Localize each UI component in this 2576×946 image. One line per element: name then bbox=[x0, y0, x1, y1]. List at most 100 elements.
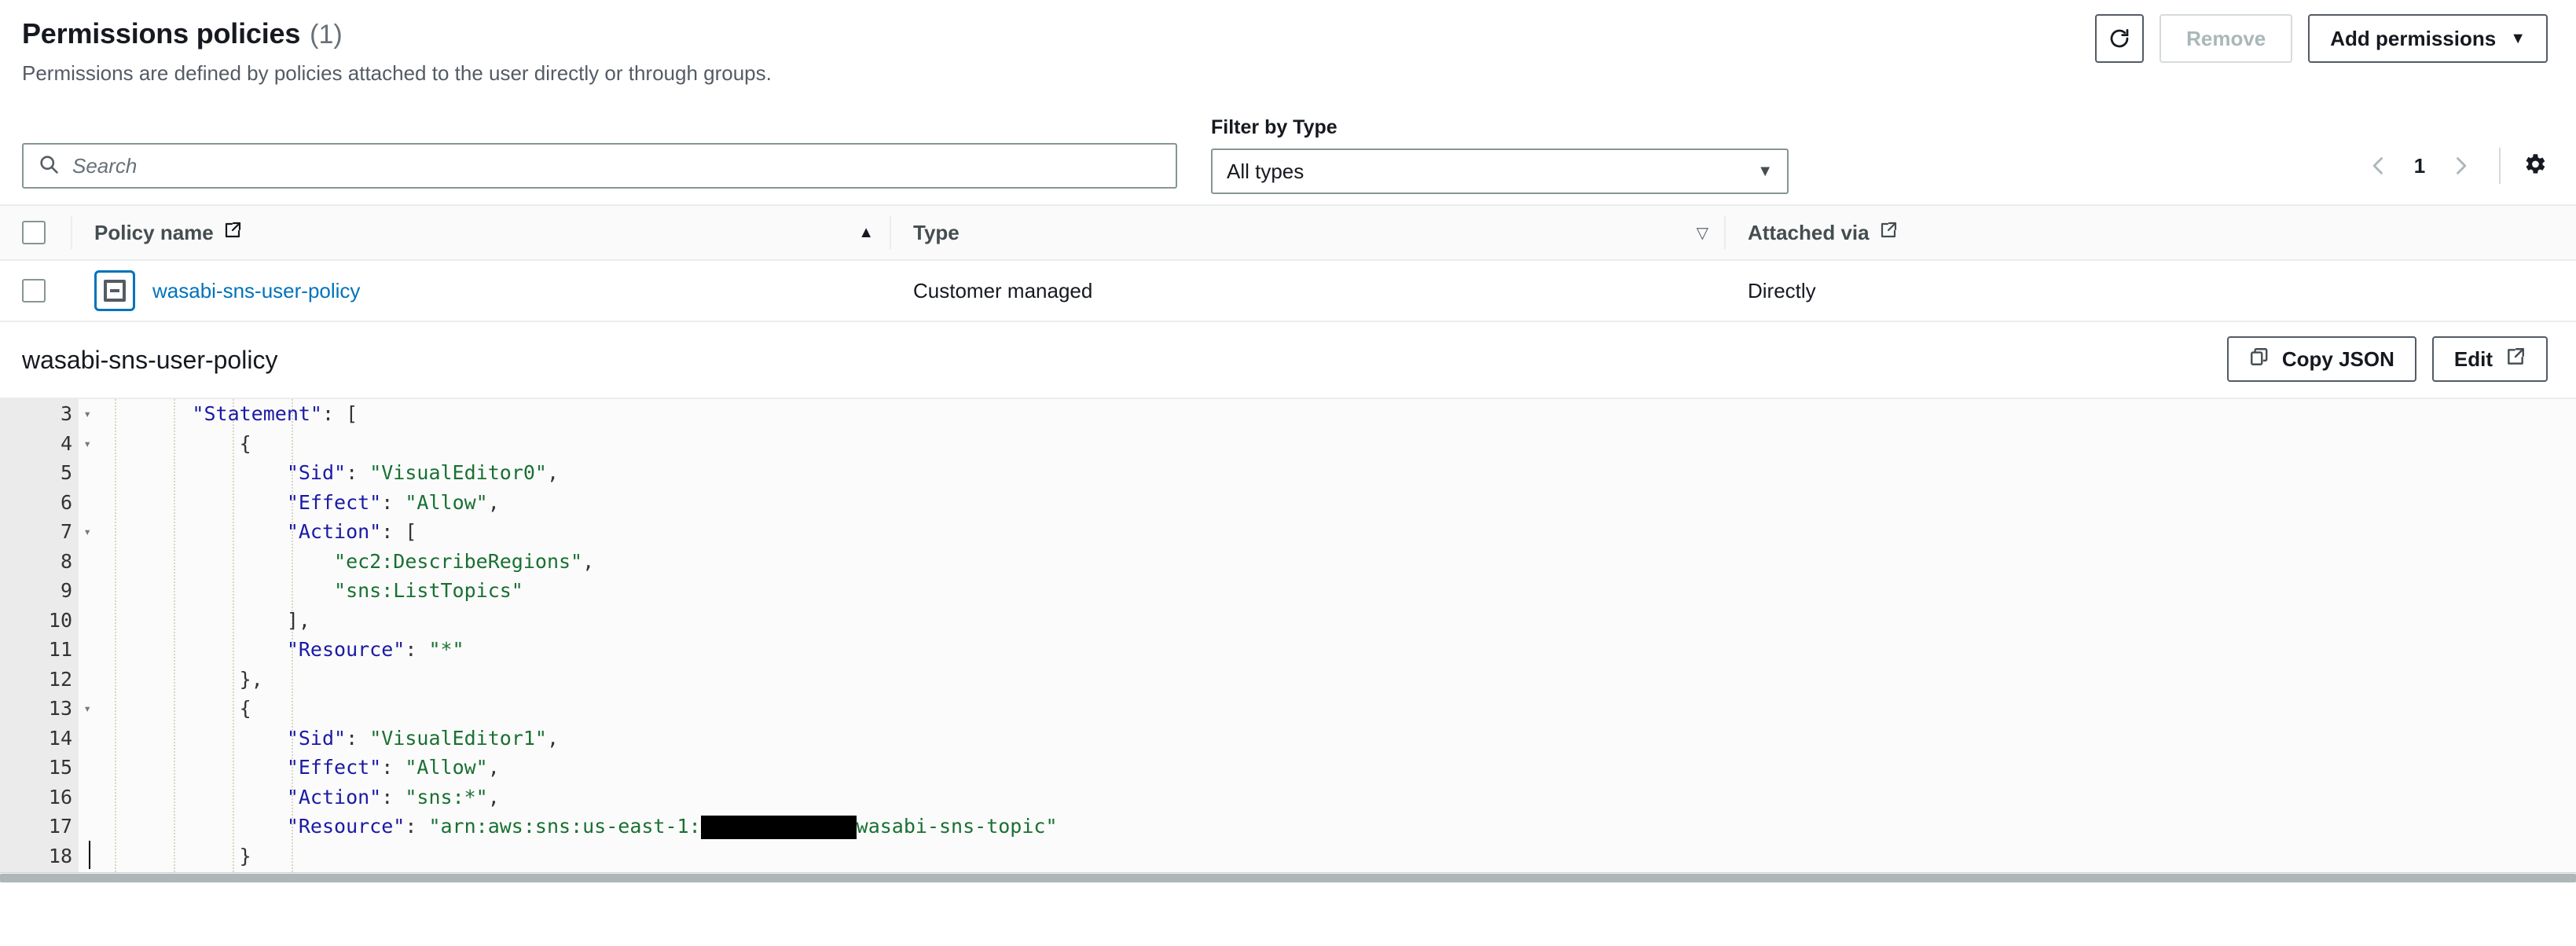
column-header-policy-name-label: Policy name bbox=[94, 220, 214, 244]
json-punctuation: : bbox=[346, 461, 370, 484]
policy-detail-title: wasabi-sns-user-policy bbox=[22, 345, 278, 374]
json-punctuation: , bbox=[487, 490, 500, 514]
json-string: "VisualEditor1" bbox=[369, 726, 547, 750]
editor-code-line: "Sid": "VisualEditor0", bbox=[79, 458, 2576, 488]
json-punctuation: , bbox=[546, 726, 560, 750]
editor-code-line: { bbox=[79, 694, 2576, 724]
editor-line-number: 10 bbox=[48, 608, 72, 632]
cell-policy-name: wasabi-sns-user-policy bbox=[72, 270, 890, 311]
column-header-type[interactable]: Type ▽ bbox=[891, 221, 1724, 245]
json-key: "Effect" bbox=[286, 756, 382, 779]
pagination-next-button[interactable] bbox=[2442, 148, 2479, 184]
policies-table: Policy name ▲ Type ▽ Attached via wasabi… bbox=[0, 204, 2576, 322]
editor-line-number: 9 bbox=[60, 579, 72, 602]
table-header-row: Policy name ▲ Type ▽ Attached via bbox=[0, 204, 2576, 261]
remove-button[interactable]: Remove bbox=[2160, 14, 2293, 63]
search-box[interactable] bbox=[22, 143, 1177, 189]
table-row[interactable]: wasabi-sns-user-policy Customer managed … bbox=[0, 261, 2576, 322]
pagination-prev-button[interactable] bbox=[2361, 148, 2397, 184]
header-actions: Remove Add permissions ▼ bbox=[2095, 14, 2548, 63]
json-key: "Resource" bbox=[286, 638, 405, 661]
pagination-page-1[interactable]: 1 bbox=[2403, 154, 2436, 178]
editor-line-number: 11 bbox=[48, 638, 72, 661]
sort-ascending-icon[interactable]: ▲ bbox=[858, 224, 874, 242]
json-punctuation: : bbox=[346, 726, 370, 750]
json-punctuation: : bbox=[405, 815, 429, 838]
editor-line-number: 15 bbox=[48, 756, 72, 779]
json-punctuation: , bbox=[487, 756, 500, 779]
json-punctuation: { bbox=[239, 697, 251, 720]
editor-line-number: 16 bbox=[48, 785, 72, 808]
editor-horizontal-scrollbar[interactable] bbox=[0, 872, 2576, 883]
filter-by-type-value: All types bbox=[1227, 159, 1305, 183]
json-punctuation: } bbox=[239, 844, 251, 867]
cell-type-value: Customer managed bbox=[913, 278, 1093, 302]
redacted-account-id bbox=[700, 816, 857, 839]
editor-line-number: 3 ▾ bbox=[0, 399, 91, 429]
editor-lines: "Statement": [ { "Sid": "VisualEditor0",… bbox=[79, 399, 2576, 871]
editor-code-line: "Resource": "arn:aws:sns:us-east-1: wasab… bbox=[79, 812, 2576, 842]
edit-label: Edit bbox=[2453, 346, 2493, 371]
filter-by-type-select[interactable]: All types ▼ bbox=[1211, 148, 1789, 194]
json-string: wasabi-sns-topic" bbox=[856, 815, 1058, 838]
row-checkbox[interactable] bbox=[22, 279, 46, 302]
json-key: "Resource" bbox=[286, 815, 405, 838]
search-input[interactable] bbox=[71, 152, 1161, 179]
row-select-cell bbox=[22, 279, 71, 302]
pagination: 1 bbox=[2361, 143, 2548, 189]
json-punctuation: : bbox=[381, 490, 405, 514]
cell-attached-via: Directly bbox=[1726, 279, 2576, 303]
policy-detail-actions: Copy JSON Edit bbox=[2226, 336, 2548, 382]
editor-line-number: 12 bbox=[48, 667, 72, 691]
editor-code-line: }, bbox=[79, 665, 2576, 695]
json-punctuation: : bbox=[381, 756, 405, 779]
json-string: "Allow" bbox=[405, 490, 488, 514]
filter-by-type-group: Filter by Type All types ▼ bbox=[1211, 110, 1789, 194]
json-punctuation: : [ bbox=[381, 520, 417, 543]
policy-name-link[interactable]: wasabi-sns-user-policy bbox=[152, 279, 360, 303]
external-link-icon bbox=[2505, 346, 2526, 372]
json-string: "arn:aws:sns:us-east-1: bbox=[428, 815, 701, 838]
json-string: "*" bbox=[428, 638, 464, 661]
select-all-checkbox[interactable] bbox=[22, 221, 46, 244]
add-permissions-button[interactable]: Add permissions ▼ bbox=[2308, 14, 2548, 63]
sort-descending-icon[interactable]: ▽ bbox=[1697, 223, 1708, 243]
filter-bar: Filter by Type All types ▼ 1 bbox=[0, 110, 2576, 204]
settings-button[interactable] bbox=[2521, 151, 2548, 182]
copy-icon bbox=[2249, 346, 2270, 372]
editor-line-number: 17 bbox=[48, 815, 72, 838]
editor-code-line: "Action": "sns:*", bbox=[79, 783, 2576, 812]
refresh-button[interactable] bbox=[2095, 14, 2145, 63]
cell-attached-via-value: Directly bbox=[1748, 278, 1816, 302]
editor-code-area[interactable]: "Statement": [ { "Sid": "VisualEditor0",… bbox=[79, 399, 2576, 872]
page-subtitle: Permissions are defined by policies atta… bbox=[22, 61, 772, 85]
editor-line-number: 14 bbox=[48, 726, 72, 750]
editor-code-line: "Resource": "*" bbox=[79, 635, 2576, 665]
cell-type: Customer managed bbox=[891, 279, 1724, 303]
editor-code-line: { bbox=[79, 429, 2576, 459]
json-string: "Allow" bbox=[405, 756, 488, 779]
copy-json-button[interactable]: Copy JSON bbox=[2226, 336, 2416, 382]
column-header-policy-name[interactable]: Policy name ▲ bbox=[72, 221, 890, 245]
json-punctuation: }, bbox=[239, 667, 263, 691]
json-string: "sns:*" bbox=[405, 785, 488, 808]
editor-scrollbar-thumb[interactable] bbox=[0, 874, 2576, 882]
json-key: "Action" bbox=[286, 785, 382, 808]
section-header: Permissions policies (1) Permissions are… bbox=[0, 0, 2576, 110]
json-string: "sns:ListTopics" bbox=[334, 579, 523, 602]
editor-line-number: 13 ▾ bbox=[0, 694, 91, 724]
editor-line-number: 6 bbox=[60, 490, 72, 514]
external-link-icon bbox=[1879, 221, 1898, 245]
refresh-icon bbox=[2108, 27, 2131, 50]
policy-json-editor[interactable]: 3 ▾ 4 ▾ 5 6 7 ▾ 8 9 10 11 12 13 ▾ 14 15 16 17 18 "Statement… bbox=[0, 398, 2576, 883]
json-punctuation: , bbox=[582, 549, 595, 573]
json-key: "Action" bbox=[286, 520, 382, 543]
permissions-policies-page: Permissions policies (1) Permissions are… bbox=[0, 0, 2576, 946]
pagination-divider bbox=[2499, 148, 2501, 184]
column-header-attached-via-label: Attached via bbox=[1748, 220, 1870, 244]
column-header-attached-via[interactable]: Attached via bbox=[1726, 221, 2576, 245]
edit-button[interactable]: Edit bbox=[2431, 336, 2548, 382]
chevron-down-icon: ▼ bbox=[2510, 30, 2526, 47]
json-key: "Sid" bbox=[286, 461, 347, 484]
collapse-minus-icon[interactable] bbox=[94, 270, 135, 311]
